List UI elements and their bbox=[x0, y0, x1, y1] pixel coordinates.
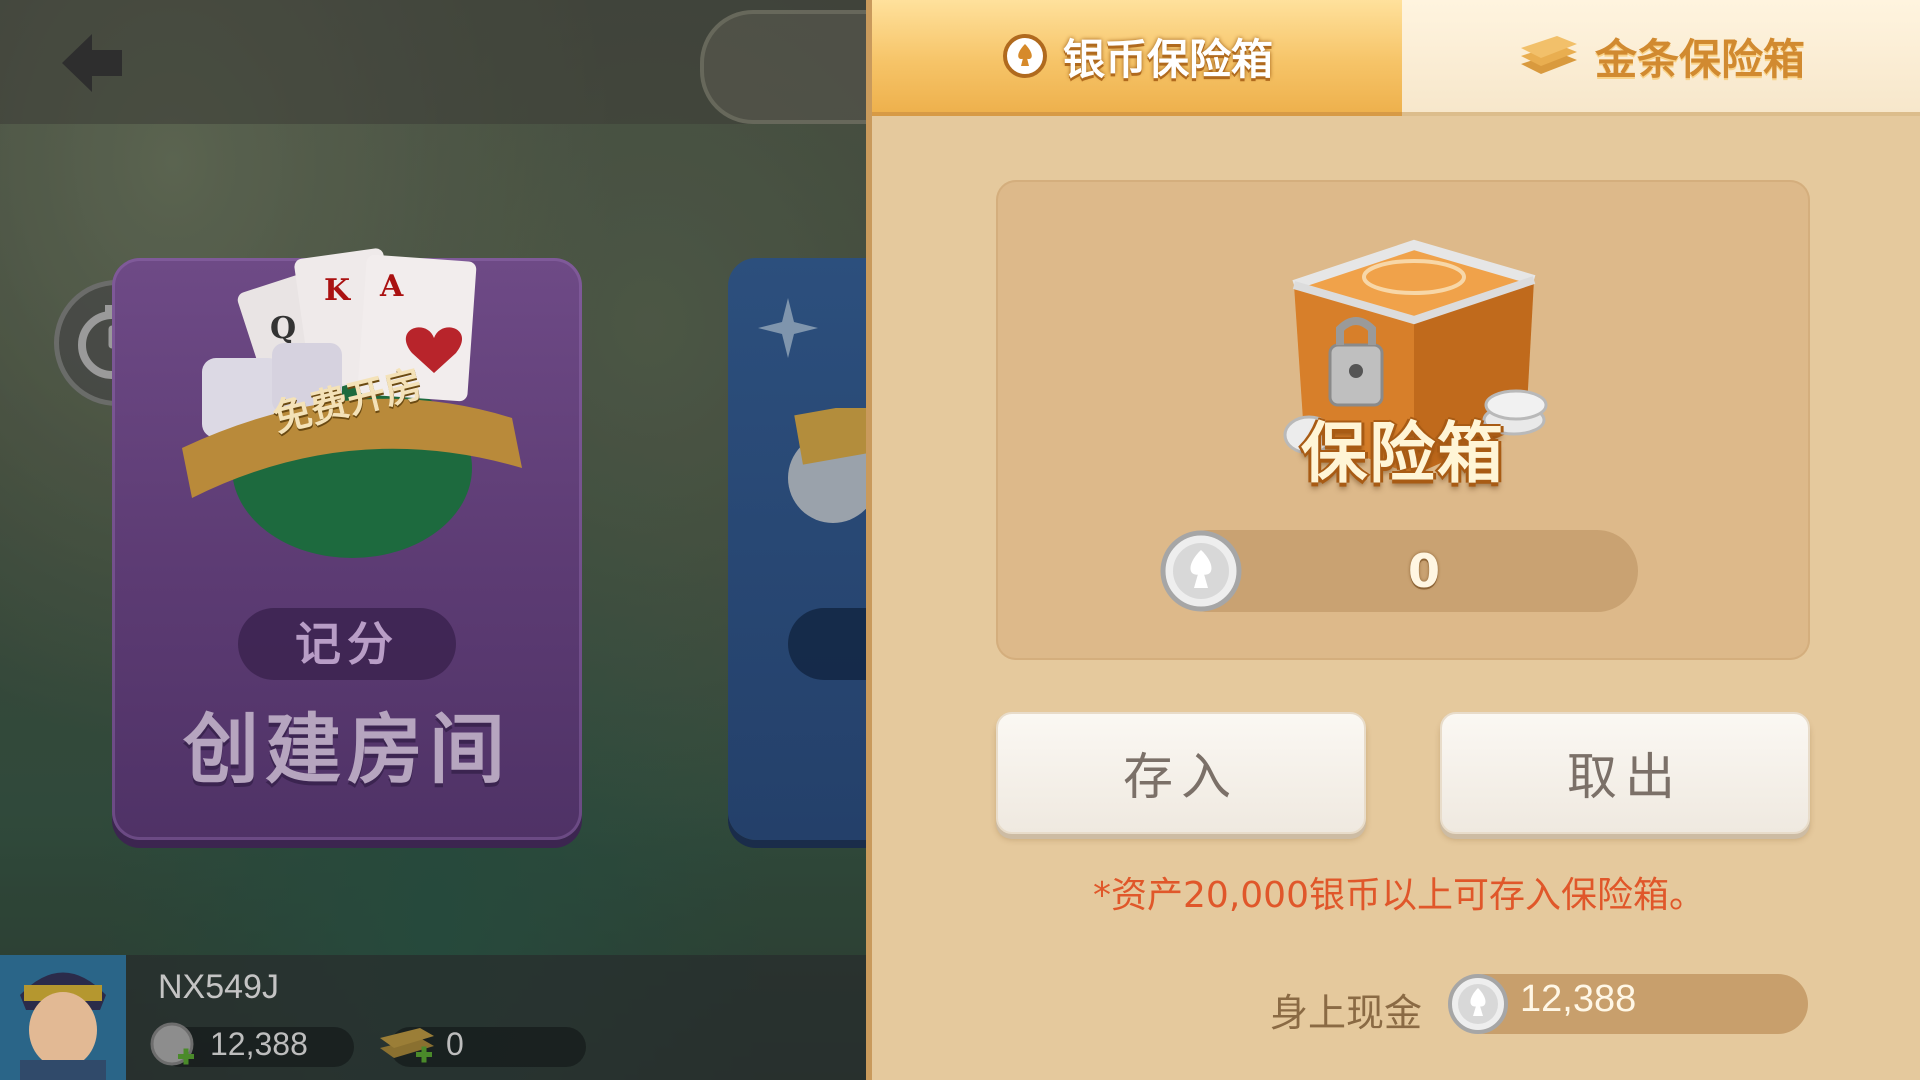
stored-amount: 0 bbox=[1407, 544, 1440, 598]
silver-spade-coin-icon bbox=[1160, 530, 1242, 612]
safe-label: 保险箱 bbox=[1301, 415, 1505, 492]
cash-balance: 12,388 bbox=[1520, 978, 1637, 1020]
second-mode-card[interactable] bbox=[728, 258, 866, 840]
svg-text:Q: Q bbox=[270, 311, 296, 346]
deposit-button[interactable]: 存入 bbox=[996, 712, 1366, 834]
silver-coin-add-icon[interactable] bbox=[150, 1022, 198, 1070]
blue-card-tag bbox=[788, 608, 866, 680]
top-pill-button[interactable] bbox=[700, 10, 866, 124]
tab-silver-safe-label: 银币保险箱 bbox=[1062, 34, 1273, 84]
gold-bar-icon bbox=[1520, 36, 1577, 74]
create-room-card[interactable]: Q K A 免费开房 记分 创建房间 bbox=[112, 248, 582, 840]
tab-silver-safe[interactable]: 银币保险箱 bbox=[872, 0, 1402, 116]
silver-coin-icon bbox=[788, 408, 866, 523]
score-tag: 记分 bbox=[238, 608, 456, 680]
player-name: NX549J bbox=[158, 968, 279, 1006]
back-arrow-icon[interactable] bbox=[58, 28, 128, 98]
svg-text:K: K bbox=[324, 273, 351, 308]
sparkle-icon bbox=[758, 298, 818, 358]
silver-balance: 12,388 bbox=[210, 1026, 308, 1062]
tab-gold-safe-label: 金条保险箱 bbox=[1594, 34, 1805, 84]
player-avatar[interactable] bbox=[0, 955, 126, 1080]
gold-bar-add-icon[interactable] bbox=[376, 1020, 440, 1068]
avatar-portrait bbox=[0, 955, 126, 1080]
create-room-title: 创建房间 bbox=[183, 705, 511, 794]
gold-balance: 0 bbox=[446, 1026, 464, 1062]
withdraw-button[interactable]: 取出 bbox=[1440, 712, 1810, 834]
cash-label: 身上现金 bbox=[1270, 991, 1423, 1035]
silver-spade-coin-icon bbox=[1448, 974, 1508, 1034]
svg-text:A: A bbox=[379, 269, 404, 304]
silver-coin-icon bbox=[1002, 34, 1047, 78]
safe-display-area: 保险箱 0 bbox=[996, 180, 1810, 660]
deposit-requirement-hint: *资产20,000银币以上可存入保险箱。 bbox=[1093, 875, 1705, 916]
lobby-background: Q K A 免费开房 记分 创建房间 NX549J 12,388 0 bbox=[0, 0, 866, 1080]
tab-gold-safe[interactable]: 金条保险箱 bbox=[1402, 0, 1920, 116]
safe-panel: 银币保险箱 金条保险箱 保险箱 0 存入 取出 *资产20,000银币以上可存入… bbox=[866, 0, 1920, 1080]
